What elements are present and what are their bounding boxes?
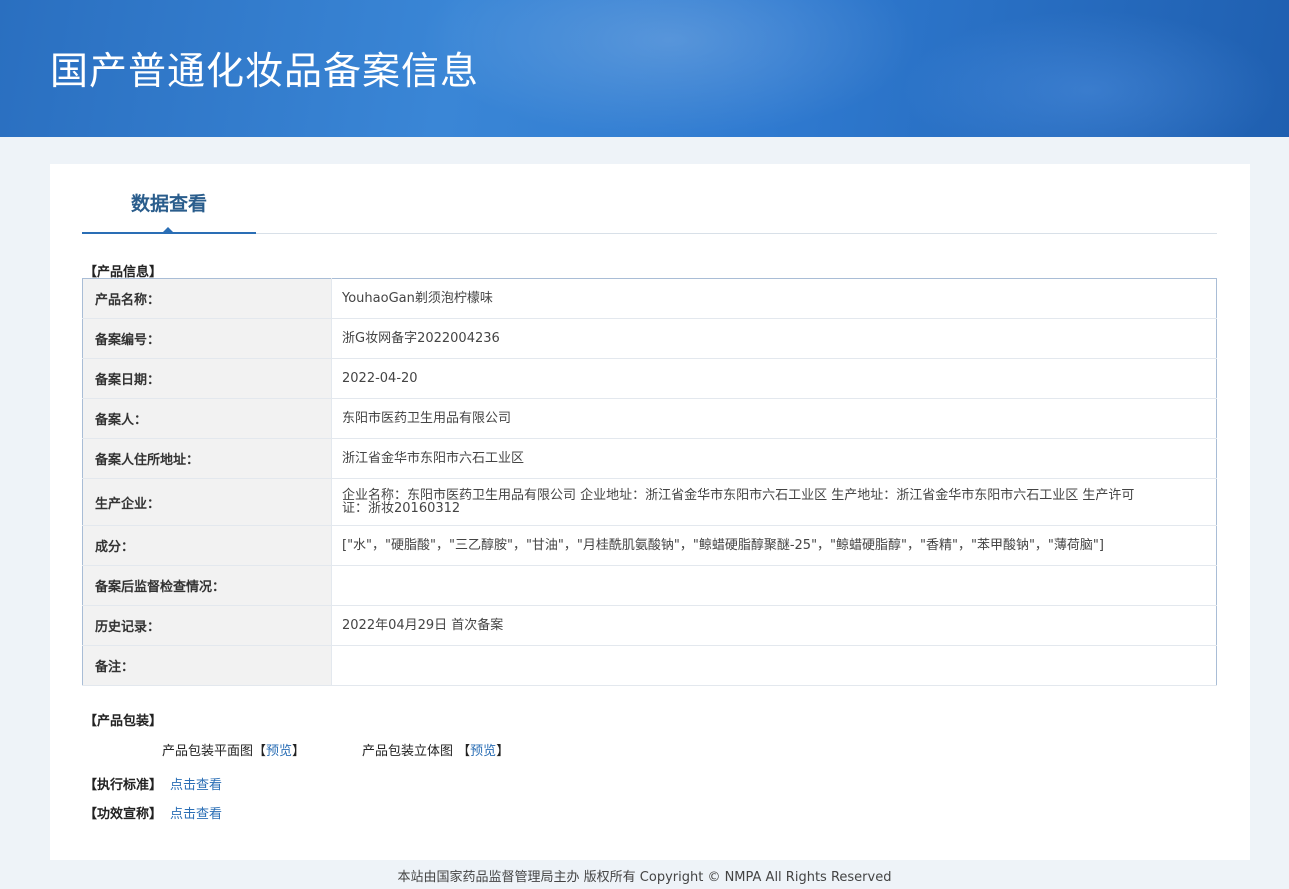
row-label: 备注： (82, 645, 332, 686)
standard-row: 【执行标准】 点击查看 (84, 774, 222, 793)
row-value (331, 565, 1217, 606)
footer-copyright: 本站由国家药品监督管理局主办 版权所有 Copyright © NMPA All… (397, 870, 892, 885)
header-banner: 国产普通化妆品备案信息 (0, 0, 1289, 137)
table-row: 备案人住所地址： 浙江省金华市东阳市六石工业区 (82, 438, 1217, 479)
banner-decoration (900, 10, 1280, 137)
row-label: 备案人： (82, 398, 332, 439)
efficacy-label: 【功效宣称】 (84, 807, 163, 822)
row-value (331, 645, 1217, 686)
bracket: 】 (292, 744, 306, 759)
row-label: 备案日期： (82, 358, 332, 399)
row-value: YouhaoGan剃须泡柠檬味 (331, 278, 1217, 319)
row-label: 成分： (82, 525, 332, 566)
row-value: 2022年04月29日 首次备案 (331, 605, 1217, 646)
packaging-solid-label: 产品包装立体图 (362, 744, 454, 759)
efficacy-view-link[interactable]: 点击查看 (170, 807, 222, 822)
table-row: 备案后监督检查情况： (82, 565, 1217, 606)
tab-bar: 数据查看 (82, 164, 1217, 234)
banner-decoration (420, 0, 920, 137)
row-value: 2022-04-20 (331, 358, 1217, 399)
table-row: 备案日期： 2022-04-20 (82, 358, 1217, 399)
packaging-heading: 【产品包装】 (84, 714, 163, 729)
tab-label: 数据查看 (130, 193, 207, 215)
row-value: 企业名称：东阳市医药卫生用品有限公司 企业地址：浙江省金华市东阳市六石工业区 生… (331, 478, 1217, 526)
tab-data-view[interactable]: 数据查看 (82, 164, 256, 234)
bracket: 【 (253, 744, 267, 759)
table-row: 生产企业： 企业名称：东阳市医药卫生用品有限公司 企业地址：浙江省金华市东阳市六… (82, 478, 1217, 526)
efficacy-row: 【功效宣称】 点击查看 (84, 803, 222, 822)
row-value: 东阳市医药卫生用品有限公司 (331, 398, 1217, 439)
standard-label: 【执行标准】 (84, 778, 163, 793)
row-label: 备案编号： (82, 318, 332, 359)
page-title: 国产普通化妆品备案信息 (50, 49, 480, 93)
row-label: 产品名称： (82, 278, 332, 319)
packaging-flat-label: 产品包装平面图 (162, 744, 254, 759)
preview-solid-link[interactable]: 预览 (470, 744, 496, 759)
row-value: ["水"，"硬脂酸"，"三乙醇胺"，"甘油"，"月桂酰肌氨酸钠"，"鲸蜡硬脂醇聚… (331, 525, 1217, 566)
table-row: 成分： ["水"，"硬脂酸"，"三乙醇胺"，"甘油"，"月桂酰肌氨酸钠"，"鲸蜡… (82, 525, 1217, 566)
row-label: 备案人住所地址： (82, 438, 332, 479)
row-label: 生产企业： (82, 478, 332, 526)
content-card: 数据查看 【产品信息】 产品名称： YouhaoGan剃须泡柠檬味 备案编号： … (50, 164, 1250, 860)
table-row: 备案人： 东阳市医药卫生用品有限公司 (82, 398, 1217, 439)
table-row: 备案编号： 浙G妆网备字2022004236 (82, 318, 1217, 359)
standard-view-link[interactable]: 点击查看 (170, 778, 222, 793)
row-label: 备案后监督检查情况： (82, 565, 332, 606)
active-tab-caret-icon (162, 227, 174, 233)
row-label: 历史记录： (82, 605, 332, 646)
packaging-flat: 产品包装平面图【预览】 (162, 740, 305, 759)
product-info-table: 产品名称： YouhaoGan剃须泡柠檬味 备案编号： 浙G妆网备字202200… (82, 278, 1217, 686)
bracket: 】 (496, 744, 510, 759)
row-value: 浙G妆网备字2022004236 (331, 318, 1217, 359)
bracket: 【 (457, 744, 471, 759)
packaging-solid: 产品包装立体图 【预览】 (362, 740, 509, 759)
table-row: 历史记录： 2022年04月29日 首次备案 (82, 605, 1217, 646)
table-row: 产品名称： YouhaoGan剃须泡柠檬味 (82, 278, 1217, 319)
preview-flat-link[interactable]: 预览 (266, 744, 292, 759)
row-value: 浙江省金华市东阳市六石工业区 (331, 438, 1217, 479)
table-row: 备注： (82, 645, 1217, 686)
